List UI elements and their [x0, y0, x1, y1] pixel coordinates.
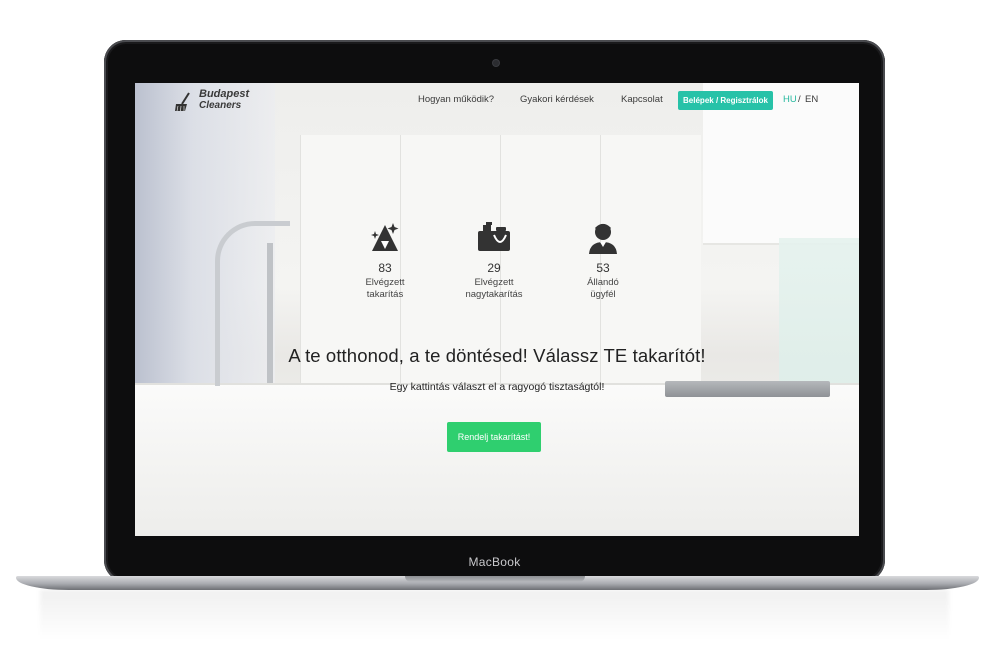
webcam [493, 60, 499, 66]
kitchen-counter [135, 383, 859, 536]
broom-icon [175, 92, 190, 112]
stat-cleanings: 83 Elvégzett takarítás [335, 221, 435, 301]
stat-label: Állandó ügyfél [587, 277, 619, 300]
nav-link-faq[interactable]: Gyakori kérdések [520, 94, 594, 105]
stat-value: 53 [596, 261, 610, 275]
nav-link-how-it-works[interactable]: Hogyan működik? [418, 94, 494, 105]
stat-label: Elvégzett nagytakarítás [465, 277, 523, 300]
cleaning-supplies-icon [478, 222, 510, 251]
nav-link-contact[interactable]: Kapcsolat [621, 94, 663, 105]
logo-line-2: Cleaners [199, 100, 242, 111]
stat-deep-cleanings: 29 Elvégzett nagytakarítás [444, 221, 544, 301]
laptop-notch [405, 576, 585, 582]
lang-hu-link[interactable]: HU [783, 94, 797, 105]
hero-headline: A te otthonod, a te döntésed! Válassz TE… [288, 345, 706, 366]
lang-en-link[interactable]: EN [805, 94, 818, 105]
laptop-screen: Budapest Cleaners Hogyan működik? Gyakor… [135, 83, 859, 536]
site-logo[interactable]: Budapest Cleaners [173, 88, 263, 114]
stat-label: Elvégzett takarítás [365, 277, 405, 300]
top-navbar: Budapest Cleaners Hogyan működik? Gyakor… [135, 83, 859, 117]
login-register-button[interactable]: Belépek / Regisztrálok [678, 91, 773, 110]
laptop-reflection [40, 590, 949, 640]
lang-separator: / [798, 94, 801, 105]
stat-regular-clients: 53 Állandó ügyfél [553, 221, 653, 301]
hero-subline: Egy kattintás választ el a ragyogó tiszt… [389, 381, 605, 393]
device-brand-label: MacBook [468, 555, 521, 569]
stat-value: 83 [378, 261, 392, 275]
order-cleaning-button[interactable]: Rendelj takarítást! [447, 422, 541, 452]
logo-line-1: Budapest [199, 88, 250, 100]
customer-icon [589, 224, 617, 254]
stat-value: 29 [487, 261, 501, 275]
sparkle-cleaning-icon [371, 223, 399, 251]
